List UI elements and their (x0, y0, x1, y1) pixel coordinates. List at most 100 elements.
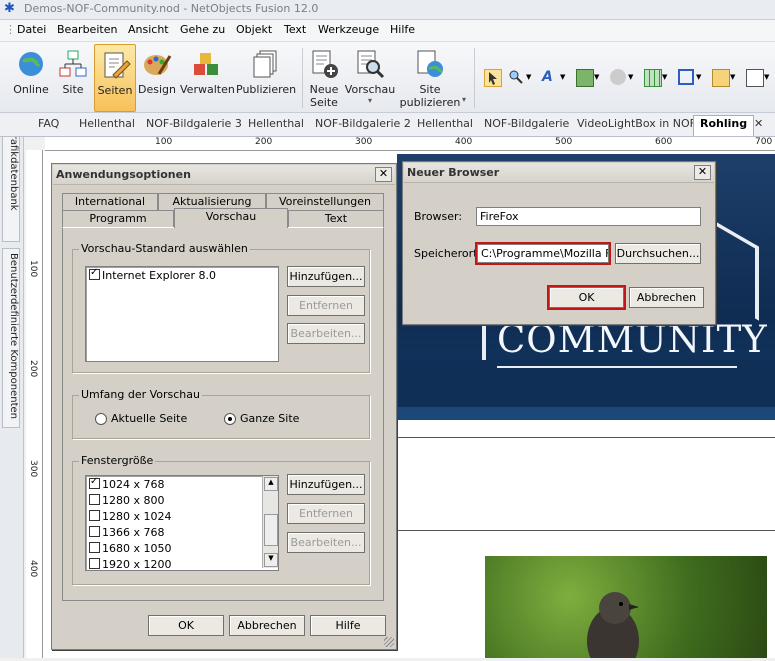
window-size-listbox[interactable]: 1024 x 768 1280 x 800 1280 x 1024 1366 x… (85, 475, 279, 571)
scroll-up-icon[interactable]: ▲ (264, 477, 278, 491)
list-item[interactable]: 1280 x 1024 (89, 510, 172, 523)
list-item[interactable]: 1680 x 1050 (89, 542, 172, 555)
tab-hellenthal[interactable]: Hellenthal (79, 117, 135, 130)
online-button[interactable]: Online (10, 44, 52, 110)
tab-vorschau[interactable]: Vorschau (174, 208, 288, 228)
chevron-down-icon[interactable]: ▼ (764, 73, 769, 81)
menu-text[interactable]: Text (284, 23, 306, 36)
tab-nof-bildgalerie[interactable]: NOF-Bildgalerie (484, 117, 569, 130)
menu-hilfe[interactable]: Hilfe (390, 23, 415, 36)
checkbox[interactable] (89, 526, 100, 537)
tab-videolightbox[interactable]: VideoLightBox in NOF (577, 117, 696, 130)
menu-ansicht[interactable]: Ansicht (128, 23, 169, 36)
abbrechen-button[interactable]: Abbrechen (229, 615, 305, 636)
abbrechen-button[interactable]: Abbrechen (629, 287, 704, 308)
speicherort-label: Speicherort: (414, 247, 482, 260)
checkbox[interactable] (89, 267, 100, 280)
bearbeiten-button[interactable]: Bearbeiten... (287, 532, 365, 553)
layout-region-icon[interactable] (678, 69, 694, 85)
hinzufuegen-button[interactable]: Hinzufügen... (287, 474, 365, 495)
durchsuchen-button[interactable]: Durchsuchen... (615, 243, 701, 264)
verwalten-button[interactable]: Verwalten (180, 44, 235, 110)
scroll-down-icon[interactable]: ▼ (264, 553, 278, 567)
list-item[interactable]: 1024 x 768 (89, 476, 165, 491)
ribbon-overflow-arrow[interactable]: ▾ (462, 95, 466, 104)
browser-listbox[interactable]: Internet Explorer 8.0 (85, 266, 279, 362)
menu-bearbeiten[interactable]: Bearbeiten (57, 23, 117, 36)
chevron-down-icon[interactable]: ▼ (628, 73, 633, 81)
media-tool-icon[interactable] (610, 69, 626, 85)
radio-ganze-site[interactable] (224, 413, 236, 425)
hinzufuegen-button[interactable]: Hinzufügen... (287, 266, 365, 287)
tab-benutzerdefinierte-komponenten[interactable]: Benutzerdefinierte Komponenten (2, 248, 20, 428)
bird-photo[interactable] (485, 556, 767, 661)
bearbeiten-button[interactable]: Bearbeiten... (287, 323, 365, 344)
resize-grip[interactable] (384, 637, 394, 647)
dialog-titlebar: Anwendungsoptionen ✕ (53, 165, 395, 185)
chevron-down-icon[interactable]: ▼ (526, 73, 531, 81)
tab-rohling[interactable]: Rohling (693, 115, 755, 136)
table-tool-icon[interactable] (644, 69, 662, 87)
chevron-down-icon[interactable]: ▼ (730, 73, 735, 81)
site-button[interactable]: Site (56, 44, 90, 110)
scroll-thumb[interactable] (264, 514, 278, 546)
list-item[interactable]: 1920 x 1200 (89, 558, 172, 571)
browser-label: Browser: (414, 210, 463, 223)
tab-international[interactable]: International (62, 193, 158, 210)
tab-text[interactable]: Text (288, 210, 384, 227)
menu-werkzeuge[interactable]: Werkzeuge (318, 23, 379, 36)
checkbox[interactable] (89, 494, 100, 505)
list-item[interactable]: Internet Explorer 8.0 (89, 267, 216, 282)
zoom-tool-icon[interactable] (508, 69, 524, 85)
menu-gehe-zu[interactable]: Gehe zu (180, 23, 225, 36)
entfernen-button[interactable]: Entfernen (287, 503, 365, 524)
checkbox[interactable] (89, 510, 100, 521)
tab-hellenthal[interactable]: Hellenthal (417, 117, 473, 130)
close-icon[interactable]: ✕ (375, 167, 392, 182)
menu-objekt[interactable]: Objekt (236, 23, 272, 36)
checkbox[interactable] (89, 542, 100, 553)
radio-aktuelle-seite[interactable] (95, 413, 107, 425)
publizieren-button[interactable]: Publizieren (236, 44, 296, 110)
group-fenstergroesse: Fenstergröße 1024 x 768 1280 x 800 1280 … (72, 454, 370, 585)
close-icon[interactable]: ✕ (694, 165, 711, 180)
horizontal-ruler: 100 200 300 400 500 600 700 (45, 137, 775, 151)
boxes-icon (194, 53, 218, 75)
chevron-down-icon[interactable]: ▼ (662, 73, 667, 81)
text-tool-icon[interactable]: A (542, 69, 558, 85)
browser-name-input[interactable]: FireFox (476, 207, 701, 226)
tab-grafikdatenbank[interactable]: Grafikdatenbank (2, 122, 20, 242)
ok-button[interactable]: OK (148, 615, 224, 636)
list-item[interactable]: 1280 x 800 (89, 494, 165, 507)
forms-tool-icon[interactable] (746, 69, 764, 87)
ok-button[interactable]: OK (547, 285, 626, 310)
image-tool-icon[interactable] (576, 69, 594, 87)
tab-faq[interactable]: FAQ (38, 117, 59, 130)
seiten-button[interactable]: Seiten (94, 44, 136, 112)
chevron-down-icon[interactable]: ▼ (560, 73, 565, 81)
tab-hellenthal[interactable]: Hellenthal (248, 117, 304, 130)
tab-nof-bildgalerie-3[interactable]: NOF-Bildgalerie 3 (146, 117, 242, 130)
neue-seite-button[interactable]: Neue Seite (306, 44, 342, 110)
entfernen-button[interactable]: Entfernen (287, 295, 365, 316)
tab-nof-bildgalerie-2[interactable]: NOF-Bildgalerie 2 (315, 117, 411, 130)
design-button[interactable]: Design (138, 44, 176, 110)
list-item[interactable]: 1366 x 768 (89, 526, 165, 539)
hilfe-button[interactable]: Hilfe (310, 615, 386, 636)
chevron-down-icon[interactable]: ▼ (696, 73, 701, 81)
dialog-titlebar: Neuer Browser ✕ (404, 163, 714, 183)
bird-icon (587, 592, 639, 661)
ribbon-toolbar: Online Site Seiten Design Verwalten Publ… (0, 42, 775, 113)
vorschau-button[interactable]: Vorschau ▾ (344, 44, 396, 110)
checkbox[interactable] (89, 558, 100, 569)
site-publizieren-button[interactable]: Site publizieren (398, 44, 462, 110)
chevron-down-icon[interactable]: ▼ (594, 73, 599, 81)
menu-datei[interactable]: Datei (17, 23, 46, 36)
checkbox[interactable] (89, 476, 100, 489)
tab-programm[interactable]: Programm (62, 210, 174, 227)
speicherort-input[interactable]: C:\Programme\Mozilla Fire (475, 242, 611, 265)
folder-icon[interactable] (712, 69, 730, 87)
close-tab-icon[interactable]: ✕ (754, 117, 763, 130)
select-tool-icon[interactable] (484, 69, 502, 87)
listbox-scrollbar[interactable]: ▲ ▼ (262, 476, 278, 568)
